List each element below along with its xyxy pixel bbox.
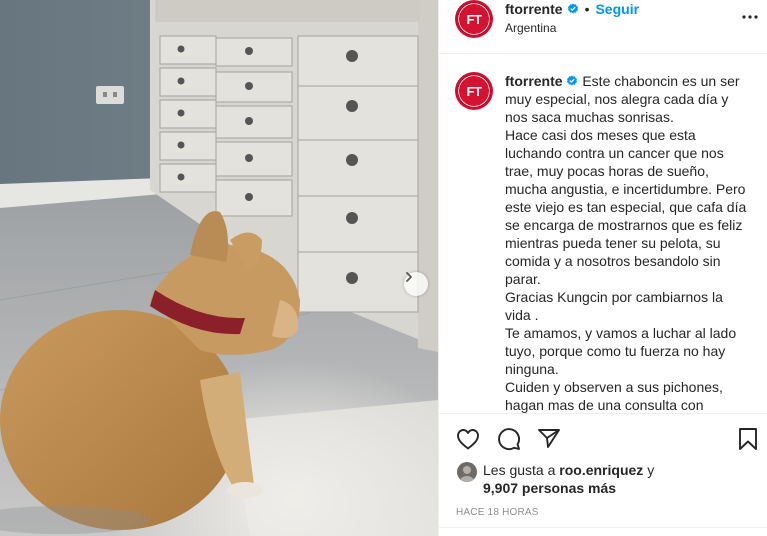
more-options-icon bbox=[742, 15, 758, 19]
next-image-button[interactable] bbox=[404, 272, 428, 296]
caption-line: ninguna. bbox=[505, 361, 559, 377]
person-icon bbox=[460, 466, 474, 482]
post-caption: ftorrente Este chaboncin es un ser muy e… bbox=[505, 72, 755, 413]
verified-badge-icon bbox=[567, 75, 578, 86]
comment-icon bbox=[498, 428, 520, 451]
likes-prefix: Les gusta a bbox=[483, 462, 556, 478]
caption-line: hagan mas de una consulta con bbox=[505, 397, 704, 413]
caption-scroll-area[interactable]: FT ftorrente Este chaboncin es un ser mu… bbox=[439, 55, 767, 413]
comment-button[interactable] bbox=[496, 426, 522, 452]
post-actions-bar: Les gusta a roo.enriquez y 9,907 persona… bbox=[439, 413, 767, 536]
caption-first-line: ftorrente Este chaboncin es un ser bbox=[505, 72, 755, 90]
likes-text: Les gusta a roo.enriquez y 9,907 persona… bbox=[483, 461, 654, 497]
follow-button[interactable]: Seguir bbox=[595, 1, 639, 17]
caption-line: muy especial, nos alegra cada día y bbox=[505, 91, 729, 107]
caption-text-start: Este chaboncin es un ser bbox=[582, 73, 740, 89]
caption-line: se encarga de mostrarnos que es feliz bbox=[505, 217, 743, 233]
caption-line: comida y a nosotros besandolo sin bbox=[505, 253, 721, 269]
like-button[interactable] bbox=[455, 426, 481, 452]
author-avatar[interactable]: FT bbox=[455, 0, 493, 38]
caption-line: este viejo es tan especial, que cafa día bbox=[505, 199, 747, 215]
caption-line: mucha angustia, e incertidumbre. Pero bbox=[505, 181, 746, 197]
divider bbox=[439, 527, 767, 528]
post-photo[interactable] bbox=[0, 0, 438, 536]
liker-avatar[interactable] bbox=[457, 462, 477, 482]
caption-line: parar. bbox=[505, 271, 541, 287]
verified-badge-icon bbox=[567, 3, 578, 14]
caption-line: vida . bbox=[505, 307, 539, 323]
caption-line: tuyo, porque como tu fuerza no hay bbox=[505, 343, 726, 359]
more-options-button[interactable] bbox=[742, 9, 758, 25]
caption-line: Te amamos, y vamos a luchar al lado bbox=[505, 325, 737, 341]
post-side-panel: FT ftorrente • Seguir Argentina FT ftorr… bbox=[438, 0, 767, 536]
share-button[interactable] bbox=[536, 426, 562, 452]
instagram-post-view: FT ftorrente • Seguir Argentina FT ftorr… bbox=[0, 0, 767, 536]
likes-conjunction: y bbox=[647, 462, 655, 478]
bookmark-icon bbox=[739, 428, 757, 450]
caption-line: Cuiden y observen a sus pichones, bbox=[505, 379, 723, 395]
liker-username[interactable]: roo.enriquez bbox=[559, 462, 643, 478]
caption-line: mientras pueda tener su pelota, su bbox=[505, 235, 721, 251]
save-button[interactable] bbox=[735, 426, 761, 452]
post-header: FT ftorrente • Seguir Argentina bbox=[439, 0, 767, 54]
caption-line: trae, muy pocas horas de sueño, bbox=[505, 163, 709, 179]
paper-plane-icon bbox=[538, 429, 560, 448]
chevron-right-icon bbox=[406, 272, 412, 282]
header-user-row: ftorrente • Seguir bbox=[505, 1, 639, 17]
caption-username[interactable]: ftorrente bbox=[505, 73, 563, 89]
likes-summary: Les gusta a roo.enriquez y 9,907 persona… bbox=[457, 461, 654, 497]
dog-photo-illustration bbox=[0, 0, 438, 536]
caption-line: nos saca muchas sonrisas. bbox=[505, 109, 674, 125]
avatar-initials: FT bbox=[459, 76, 489, 106]
avatar-initials: FT bbox=[459, 4, 489, 34]
post-location[interactable]: Argentina bbox=[505, 21, 556, 35]
caption-line: Hace casi dos meses que esta bbox=[505, 127, 696, 143]
likes-count[interactable]: 9,907 personas más bbox=[483, 480, 616, 496]
heart-icon bbox=[457, 429, 479, 450]
caption-author-avatar[interactable]: FT bbox=[455, 72, 493, 110]
caption-line: Gracias Kungcin por cambiarnos la bbox=[505, 289, 723, 305]
author-username[interactable]: ftorrente bbox=[505, 1, 563, 17]
post-timestamp[interactable]: HACE 18 HORAS bbox=[456, 507, 539, 518]
caption-line: luchando contra un cancer que nos bbox=[505, 145, 724, 161]
separator-dot: • bbox=[584, 1, 590, 17]
